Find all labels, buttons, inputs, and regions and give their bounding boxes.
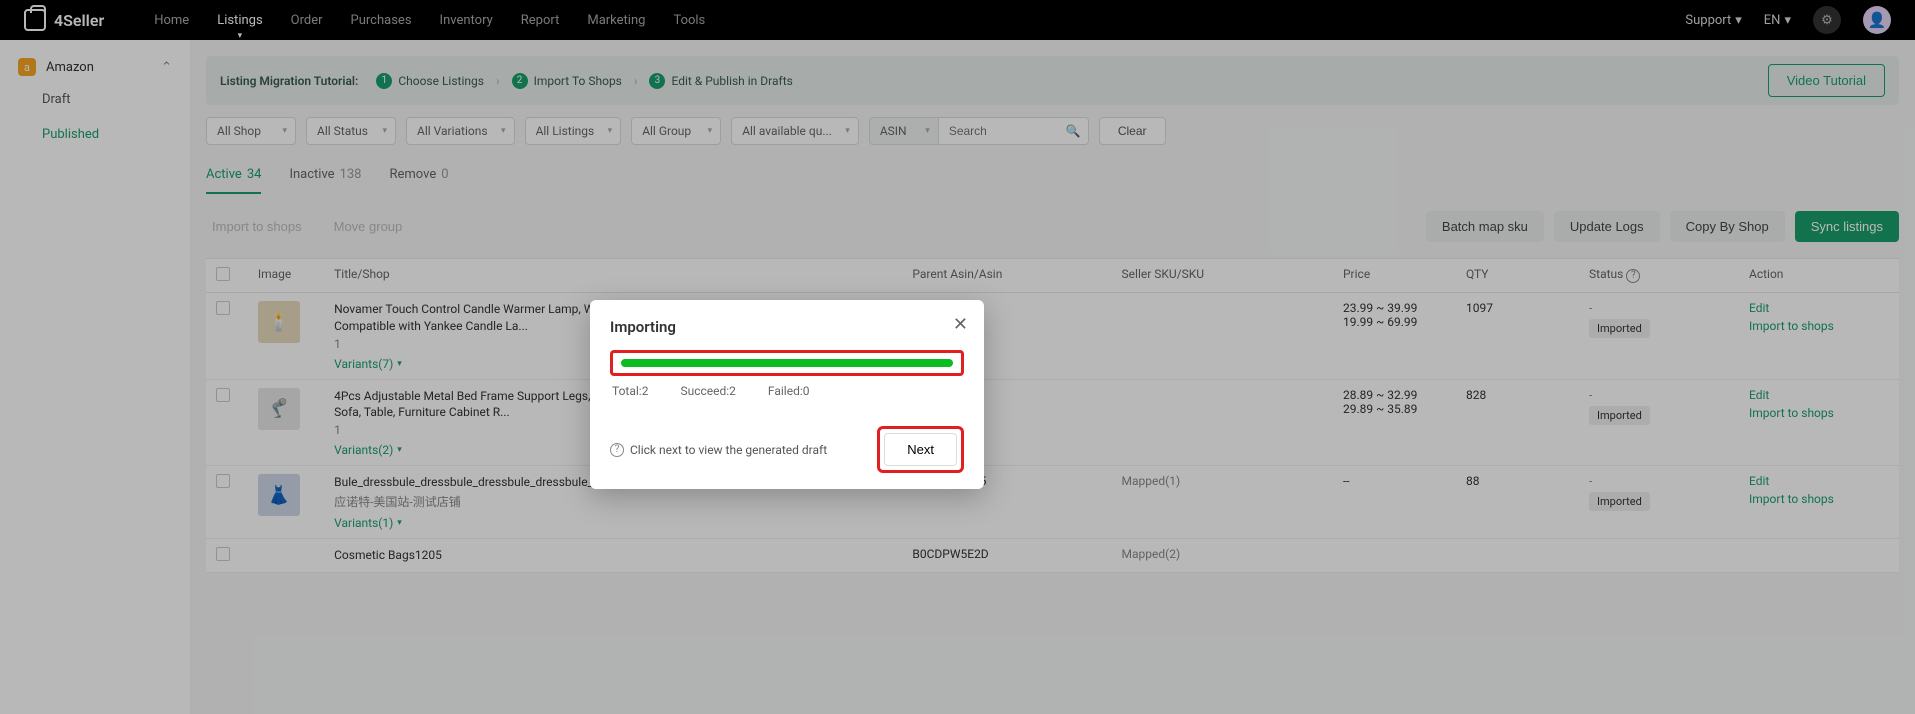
modal-hint: ? Click next to view the generated draft — [610, 443, 827, 457]
import-stats: Total:2 Succeed:2 Failed:0 — [612, 384, 962, 398]
modal-hint-text: Click next to view the generated draft — [630, 443, 827, 457]
modal-footer: ? Click next to view the generated draft… — [610, 426, 964, 473]
modal-title: Importing — [610, 318, 964, 336]
next-highlight: Next — [877, 426, 964, 473]
info-icon: ? — [610, 443, 624, 457]
importing-modal: Importing ✕ Total:2 Succeed:2 Failed:0 ?… — [590, 300, 984, 489]
stat-total: Total:2 — [612, 384, 648, 398]
progress-bar — [621, 359, 953, 367]
next-button[interactable]: Next — [884, 433, 957, 466]
progress-highlight — [610, 350, 964, 376]
close-icon[interactable]: ✕ — [953, 314, 968, 335]
stat-failed: Failed:0 — [768, 384, 810, 398]
stat-succeed: Succeed:2 — [680, 384, 735, 398]
